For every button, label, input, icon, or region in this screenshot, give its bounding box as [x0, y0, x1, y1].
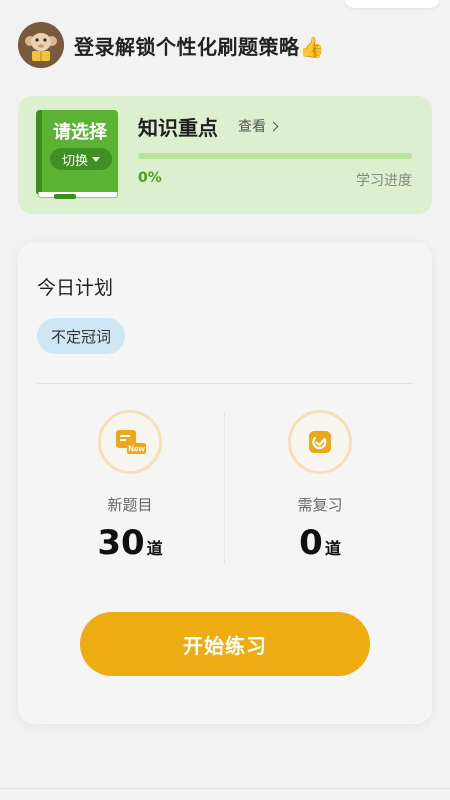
new-questions-label: 新题目	[107, 496, 153, 514]
chevron-right-icon	[268, 121, 279, 131]
view-link[interactable]: 查看	[238, 116, 279, 136]
login-prompt[interactable]: 登录解锁个性化刷题策略👍	[74, 31, 325, 60]
book-selector[interactable]: 请选择 切换	[36, 110, 120, 200]
new-questions-count: 30	[97, 523, 145, 563]
review-stat[interactable]: 需复习 0 道	[245, 410, 395, 563]
divider	[37, 383, 413, 384]
progress-percent: 0%	[138, 170, 162, 186]
start-practice-button[interactable]: 开始练习	[80, 612, 370, 676]
view-label: 查看	[238, 119, 266, 135]
switch-label: 切换	[61, 153, 88, 169]
caret-down-icon	[92, 156, 100, 162]
progress-label: 学习进度	[356, 173, 412, 189]
review-unit: 道	[324, 539, 341, 558]
switch-button[interactable]: 切换	[50, 148, 112, 170]
new-question-icon: New	[98, 410, 162, 474]
bottom-divider	[0, 788, 450, 789]
new-questions-stat[interactable]: New 新题目 30 道	[55, 410, 205, 563]
top-pill	[344, 0, 440, 8]
review-count: 0	[299, 523, 323, 563]
new-questions-unit: 道	[146, 539, 163, 558]
vertical-divider	[224, 412, 225, 564]
book-pages	[38, 192, 118, 198]
review-label: 需复习	[297, 496, 343, 514]
new-badge-text: New	[128, 445, 145, 454]
new-questions-value: 30 道	[55, 523, 205, 563]
knowledge-title: 知识重点	[138, 116, 218, 140]
topic-tag[interactable]: 不定冠词	[37, 318, 126, 354]
plan-title: 今日计划	[37, 277, 114, 299]
book-ribbon	[54, 194, 76, 199]
knowledge-card[interactable]: 请选择 切换 知识重点 查看 0% 学习进度	[18, 96, 432, 214]
review-check-icon	[288, 410, 352, 474]
review-value: 0 道	[245, 523, 395, 563]
progress-bar	[138, 153, 412, 159]
book-title: 请选择	[53, 122, 107, 143]
login-header[interactable]: 登录解锁个性化刷题策略👍	[18, 22, 432, 68]
monkey-avatar-icon[interactable]	[18, 22, 64, 68]
plan-card: 今日计划 不定冠词 New 新题目 30 道 需复习 0 道 开始练习	[18, 242, 432, 724]
